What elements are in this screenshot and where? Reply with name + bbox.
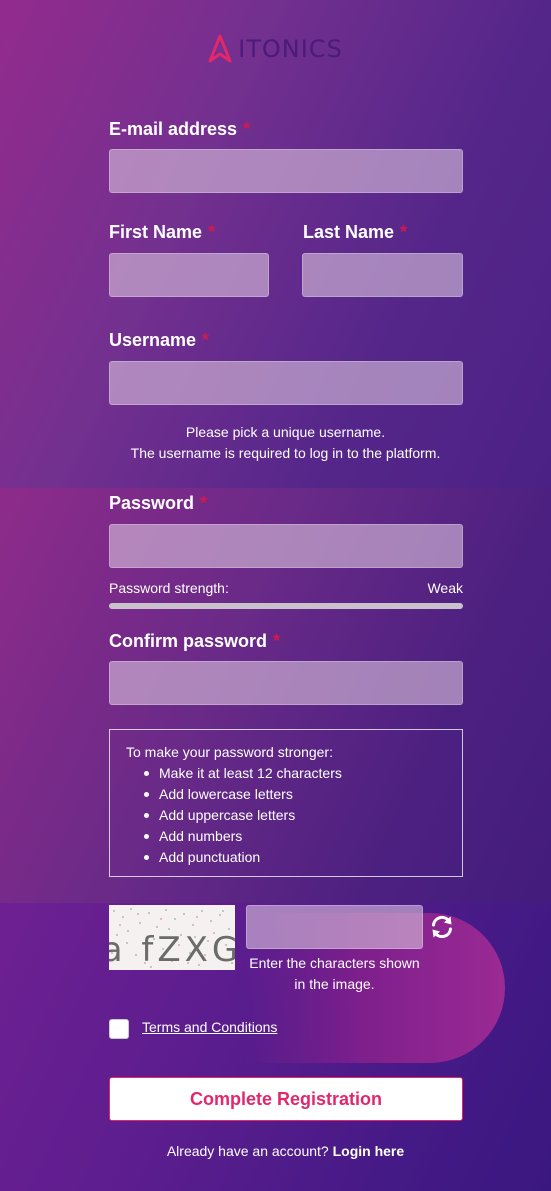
username-label: Username *: [109, 330, 209, 351]
password-tips-title: To make your password stronger:: [126, 744, 333, 760]
email-label-text: E-mail address: [109, 119, 238, 139]
username-field[interactable]: [109, 361, 463, 405]
last-name-label: Last Name *: [303, 222, 407, 243]
captcha-noise: a fZXG: [109, 908, 235, 970]
brand-logo: ITONICS: [0, 34, 551, 64]
password-strength-bar: [109, 603, 463, 609]
first-name-label-text: First Name: [109, 222, 203, 242]
captcha-image: a fZXG: [109, 905, 235, 970]
password-tip-item: Add numbers: [142, 826, 446, 847]
password-tip-item: Add lowercase letters: [142, 784, 446, 805]
email-field[interactable]: [109, 149, 463, 193]
last-name-label-text: Last Name: [303, 222, 395, 242]
terms-checkbox[interactable]: [109, 1019, 129, 1039]
background-section-top: [0, 0, 551, 488]
username-hint-line-1: Please pick a unique username.: [185, 424, 386, 440]
password-tip-item: Add uppercase letters: [142, 805, 446, 826]
required-mark: *: [202, 330, 210, 350]
captcha-input[interactable]: [246, 905, 423, 949]
first-name-field[interactable]: [109, 253, 269, 297]
password-label-text: Password: [109, 493, 195, 513]
password-tips-list: Make it at least 12 characters Add lower…: [142, 763, 446, 868]
last-name-field[interactable]: [302, 253, 463, 297]
login-prompt-text: Already have an account?: [166, 1143, 329, 1159]
username-hint-line-2: The username is required to log in to th…: [130, 445, 441, 461]
refresh-captcha-button[interactable]: [429, 914, 455, 940]
required-mark: *: [273, 631, 281, 651]
password-strength-label: Password strength:: [109, 580, 229, 596]
email-label: E-mail address *: [109, 119, 250, 140]
password-strength-value: Weak: [427, 580, 463, 596]
confirm-password-label-text: Confirm password: [109, 631, 268, 651]
confirm-password-label: Confirm password *: [109, 631, 280, 652]
username-label-text: Username: [109, 330, 197, 350]
confirm-password-field[interactable]: [109, 661, 463, 705]
required-mark: *: [208, 222, 216, 242]
required-mark: *: [200, 493, 208, 513]
required-mark: *: [243, 119, 251, 139]
password-field[interactable]: [109, 524, 463, 568]
login-prompt: Already have an account? Login here: [0, 1143, 551, 1159]
login-link[interactable]: Login here: [333, 1143, 405, 1159]
password-tips-box: To make your password stronger: Make it …: [109, 729, 463, 877]
required-mark: *: [400, 222, 408, 242]
password-tip-item: Add punctuation: [142, 847, 446, 868]
captcha-hint: Enter the characters shown in the image.: [249, 955, 420, 992]
logo-text: ITONICS: [238, 35, 343, 63]
username-hint: Please pick a unique username. The usern…: [0, 422, 551, 464]
password-tip-item: Make it at least 12 characters: [142, 763, 446, 784]
terms-link[interactable]: Terms and Conditions: [142, 1019, 277, 1035]
password-label: Password *: [109, 493, 207, 514]
complete-registration-button[interactable]: Complete Registration: [109, 1077, 463, 1121]
captcha-image-text: a fZXG: [109, 930, 235, 970]
refresh-icon: [432, 915, 452, 939]
first-name-label: First Name *: [109, 222, 215, 243]
itonics-logo-icon: [208, 34, 232, 63]
